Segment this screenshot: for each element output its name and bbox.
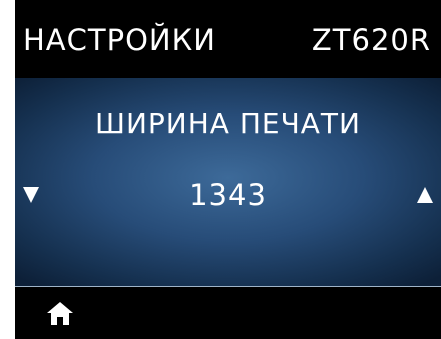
printer-display: НАСТРОЙКИ ZT620R ШИРИНА ПЕЧАТИ 1343 [15,0,441,339]
setting-panel: ШИРИНА ПЕЧАТИ 1343 [15,78,441,287]
setting-name: ШИРИНА ПЕЧАТИ [95,107,361,140]
setting-value: 1343 [189,178,267,212]
menu-title: НАСТРОЙКИ [23,23,216,57]
home-icon-svg [47,302,73,325]
home-icon[interactable] [45,299,75,327]
printer-model: ZT620R [311,23,431,57]
footer-bar [15,287,441,339]
header-bar: НАСТРОЙКИ ZT620R [15,0,441,78]
increase-value-up-triangle-icon[interactable] [417,187,433,203]
